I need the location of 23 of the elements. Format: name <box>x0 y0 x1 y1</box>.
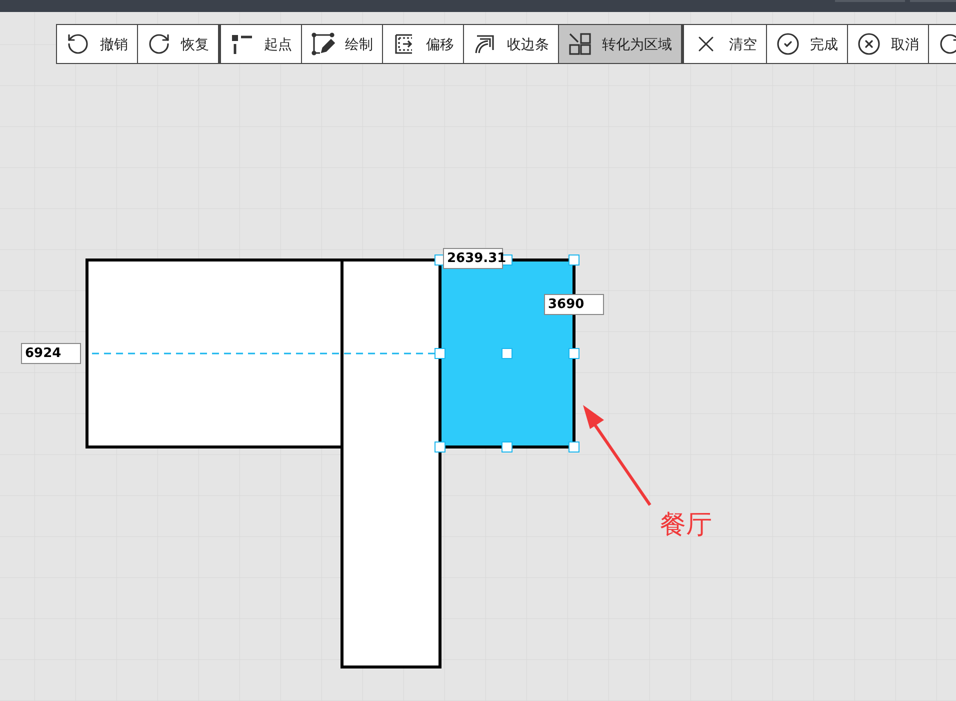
redo-icon <box>147 32 171 56</box>
room[interactable] <box>86 258 344 448</box>
check-circle-icon <box>776 32 800 56</box>
pencil-square-icon <box>311 32 335 56</box>
grid-squares-icon <box>568 32 592 56</box>
resize-handle[interactable] <box>568 442 580 452</box>
undo-icon <box>66 32 90 56</box>
edge-strip-icon <box>473 32 497 56</box>
room[interactable] <box>340 258 442 668</box>
cancel-circle-icon <box>857 32 881 56</box>
dimension-label[interactable]: 3690 <box>544 294 604 315</box>
resize-handle[interactable] <box>568 254 580 266</box>
resize-handle[interactable] <box>568 348 580 359</box>
redo-icon <box>938 32 956 56</box>
dimension-label[interactable]: 2639.31 <box>443 248 503 269</box>
resize-handle[interactable] <box>502 348 512 359</box>
resize-handle[interactable] <box>434 348 446 359</box>
toolbar-button[interactable]: 转化为区域 <box>558 25 681 63</box>
start-point-icon <box>230 32 254 56</box>
resize-handle[interactable] <box>434 442 446 452</box>
resize-handle[interactable] <box>502 442 512 452</box>
dimension-label[interactable]: 6924 <box>21 343 81 364</box>
room-annotation: 餐厅 <box>660 508 712 540</box>
